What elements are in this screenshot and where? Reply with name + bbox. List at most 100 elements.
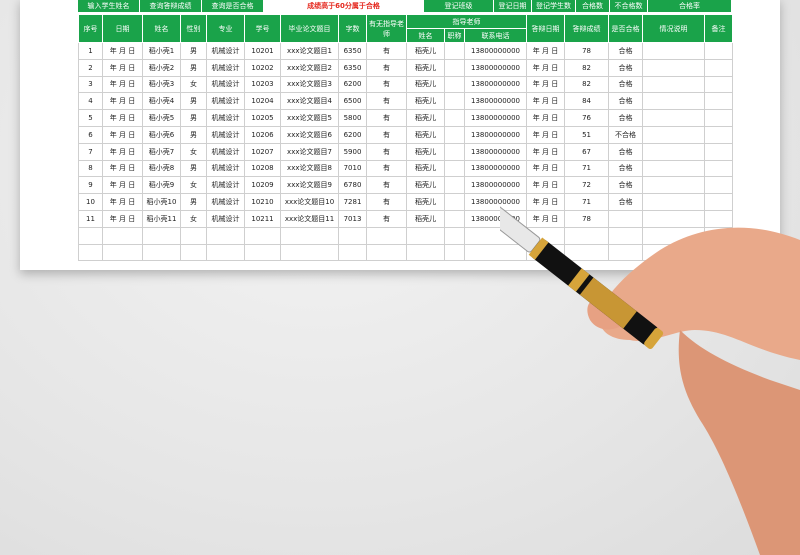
table-cell[interactable]: 7 [78, 142, 103, 161]
table-cell[interactable]: 有 [366, 125, 407, 144]
summary-cell[interactable]: 查询答辩成绩 [140, 0, 202, 12]
table-cell[interactable] [704, 125, 734, 144]
table-cell[interactable]: 有 [366, 92, 407, 111]
table-cell[interactable] [180, 226, 207, 245]
table-cell[interactable]: 稻壳儿 [406, 125, 445, 144]
table-cell[interactable] [206, 226, 245, 245]
table-cell[interactable]: 10204 [244, 92, 281, 111]
table-cell[interactable]: 稻小壳10 [142, 193, 181, 211]
table-cell[interactable]: 稻小壳2 [142, 58, 181, 77]
table-cell[interactable]: 稻壳儿 [406, 142, 445, 161]
table-cell[interactable]: 年 月 日 [102, 58, 143, 77]
table-cell[interactable]: 年 月 日 [102, 142, 143, 161]
table-cell[interactable]: 10208 [244, 159, 281, 178]
table-cell[interactable]: 机械设计 [206, 125, 245, 144]
table-cell[interactable]: 机械设计 [206, 42, 245, 60]
table-cell[interactable]: 有 [366, 58, 407, 77]
table-cell[interactable]: xxx论文题目9 [280, 176, 339, 195]
summary-cell[interactable]: 登记日期 [494, 0, 532, 12]
table-cell[interactable]: 不合格 [608, 125, 644, 144]
table-cell[interactable] [444, 193, 465, 211]
table-cell[interactable]: 年 月 日 [102, 125, 143, 144]
table-cell[interactable]: 机械设计 [206, 193, 245, 211]
table-cell[interactable] [444, 159, 465, 178]
table-cell[interactable]: 10211 [244, 209, 281, 228]
table-cell[interactable] [642, 92, 706, 111]
table-cell[interactable]: 13800000000 [463, 58, 528, 77]
table-cell[interactable]: 82 [564, 58, 610, 77]
table-cell[interactable]: xxx论文题目10 [280, 193, 339, 211]
table-cell[interactable]: 年 月 日 [102, 109, 143, 127]
table-cell[interactable]: 机械设计 [206, 176, 245, 195]
table-cell[interactable]: 13800000000 [463, 125, 528, 144]
table-cell[interactable]: 稻壳儿 [406, 75, 445, 94]
table-cell[interactable] [338, 243, 367, 262]
table-cell[interactable] [280, 243, 339, 262]
table-cell[interactable]: xxx论文题目7 [280, 142, 339, 161]
table-cell[interactable]: 年 月 日 [526, 142, 566, 161]
table-cell[interactable]: 6350 [338, 58, 367, 77]
table-cell[interactable]: 2 [78, 58, 103, 77]
summary-cell[interactable]: 登记班级 [424, 0, 494, 12]
table-cell[interactable]: 6780 [338, 176, 367, 195]
table-cell[interactable]: 合格 [608, 92, 644, 111]
table-cell[interactable]: 机械设计 [206, 159, 245, 178]
table-cell[interactable]: 稻壳儿 [406, 58, 445, 77]
table-cell[interactable]: 稻壳儿 [406, 92, 445, 111]
table-cell[interactable]: 男 [180, 125, 207, 144]
table-cell[interactable]: 年 月 日 [526, 159, 566, 178]
table-cell[interactable]: 84 [564, 92, 610, 111]
table-cell[interactable]: 年 月 日 [102, 209, 143, 228]
table-cell[interactable]: 稻壳儿 [406, 193, 445, 211]
table-cell[interactable]: 13800000000 [463, 75, 528, 94]
table-cell[interactable]: 稻小壳8 [142, 159, 181, 178]
table-cell[interactable]: 7010 [338, 159, 367, 178]
table-cell[interactable]: 男 [180, 109, 207, 127]
table-cell[interactable]: 稻壳儿 [406, 209, 445, 228]
table-cell[interactable]: 年 月 日 [102, 159, 143, 178]
table-cell[interactable] [704, 159, 734, 178]
table-cell[interactable]: 51 [564, 125, 610, 144]
table-cell[interactable] [366, 226, 407, 245]
table-cell[interactable]: 6500 [338, 92, 367, 111]
summary-cell[interactable]: 输入学生姓名 [78, 0, 140, 12]
table-cell[interactable] [704, 92, 734, 111]
table-cell[interactable]: 年 月 日 [526, 75, 566, 94]
table-cell[interactable] [78, 243, 103, 262]
table-cell[interactable] [444, 42, 465, 60]
table-cell[interactable]: 5 [78, 109, 103, 127]
table-cell[interactable] [704, 58, 734, 77]
table-cell[interactable] [280, 226, 339, 245]
summary-cell[interactable]: 成绩高于60分属于合格 [264, 0, 424, 12]
table-cell[interactable]: 男 [180, 58, 207, 77]
table-cell[interactable]: 机械设计 [206, 75, 245, 94]
table-cell[interactable]: 合格 [608, 159, 644, 178]
table-cell[interactable] [102, 226, 143, 245]
table-cell[interactable]: xxx论文题目3 [280, 75, 339, 94]
table-cell[interactable] [102, 243, 143, 262]
table-cell[interactable]: 机械设计 [206, 142, 245, 161]
table-cell[interactable]: 有 [366, 42, 407, 60]
table-cell[interactable]: 78 [564, 42, 610, 60]
table-cell[interactable] [642, 159, 706, 178]
table-cell[interactable]: 合格 [608, 75, 644, 94]
table-cell[interactable]: 合格 [608, 58, 644, 77]
table-cell[interactable]: 67 [564, 142, 610, 161]
table-cell[interactable]: 3 [78, 75, 103, 94]
table-cell[interactable]: xxx论文题目5 [280, 109, 339, 127]
table-cell[interactable] [704, 75, 734, 94]
table-cell[interactable]: 6200 [338, 75, 367, 94]
table-cell[interactable]: 有 [366, 142, 407, 161]
summary-cell[interactable]: 合格率 [648, 0, 732, 12]
table-cell[interactable] [642, 58, 706, 77]
table-cell[interactable]: 1 [78, 42, 103, 60]
table-cell[interactable]: xxx论文题目11 [280, 209, 339, 228]
table-cell[interactable]: xxx论文题目6 [280, 125, 339, 144]
table-cell[interactable] [444, 75, 465, 94]
table-cell[interactable]: 男 [180, 159, 207, 178]
table-cell[interactable]: 合格 [608, 42, 644, 60]
table-cell[interactable]: 10205 [244, 109, 281, 127]
table-cell[interactable]: 有 [366, 193, 407, 211]
table-cell[interactable] [444, 243, 465, 262]
table-cell[interactable] [704, 142, 734, 161]
